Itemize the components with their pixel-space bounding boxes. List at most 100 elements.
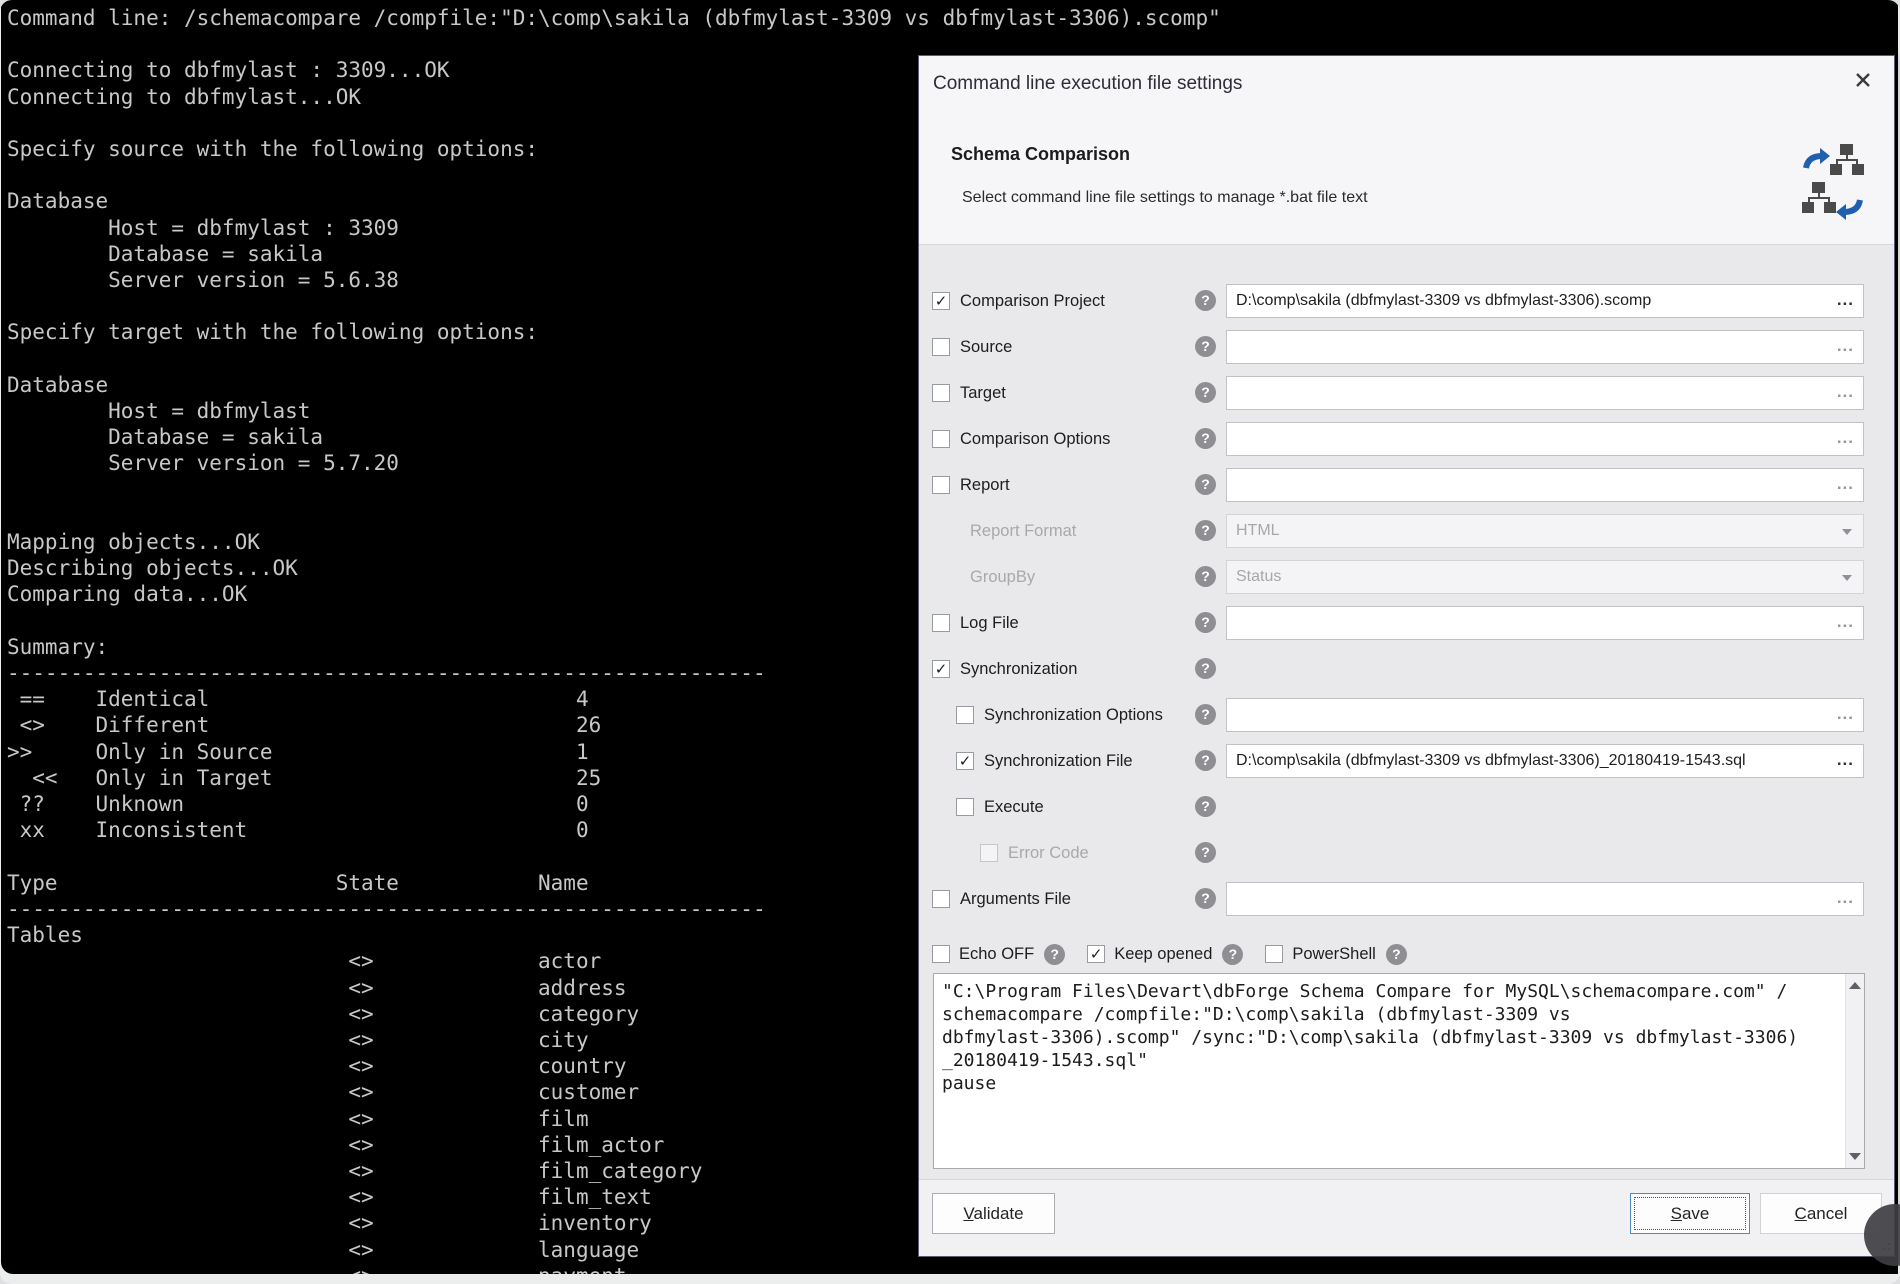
- keep-opened-label: Keep opened: [1114, 945, 1212, 964]
- dropdown-value: HTML: [1236, 522, 1280, 539]
- target-input[interactable]: ...: [1226, 376, 1864, 410]
- comparison-options-checkbox[interactable]: [932, 430, 950, 448]
- bat-file-text-box[interactable]: "C:\Program Files\Devart\dbForge Schema …: [933, 973, 1865, 1169]
- arguments-file-input[interactable]: ...: [1226, 882, 1864, 916]
- browse-button[interactable]: ...: [1837, 469, 1854, 499]
- synchronization-options-input[interactable]: ...: [1226, 698, 1864, 732]
- target-label: Target: [960, 384, 1006, 403]
- field-value: D:\comp\sakila (dbfmylast-3309 vs dbfmyl…: [1236, 292, 1651, 309]
- help-icon[interactable]: ?: [1195, 382, 1216, 403]
- report-input[interactable]: ...: [1226, 468, 1864, 502]
- browse-button[interactable]: ...: [1837, 883, 1854, 913]
- log-file-checkbox[interactable]: [932, 614, 950, 632]
- scrollbar[interactable]: [1845, 974, 1864, 1168]
- setting-row-synchronization: ✓ Synchronization?: [919, 646, 1894, 692]
- arguments-file-label: Arguments File: [960, 890, 1071, 909]
- option-echo-off: Echo OFF?: [932, 944, 1065, 965]
- setting-row-source: Source?...: [919, 324, 1894, 370]
- arguments-file-checkbox[interactable]: [932, 890, 950, 908]
- validate-button[interactable]: Validate: [932, 1193, 1055, 1234]
- browse-button[interactable]: ...: [1837, 377, 1854, 407]
- groupby-dropdown: Status: [1226, 560, 1864, 594]
- command-line-settings-dialog: Command line execution file settings Sch…: [918, 55, 1895, 1257]
- setting-row-log-file: Log File?...: [919, 600, 1894, 646]
- log-file-input[interactable]: ...: [1226, 606, 1864, 640]
- synchronization-label: Synchronization: [960, 660, 1077, 679]
- keep-opened-checkbox[interactable]: ✓: [1087, 945, 1105, 963]
- option-powershell: PowerShell?: [1265, 944, 1406, 965]
- setting-row-target: Target?...: [919, 370, 1894, 416]
- close-icon[interactable]: [1852, 69, 1874, 91]
- synchronization-checkbox[interactable]: ✓: [932, 660, 950, 678]
- browse-button[interactable]: ...: [1837, 745, 1854, 775]
- setting-row-execute: Execute?: [919, 784, 1894, 830]
- synchronization-file-input[interactable]: D:\comp\sakila (dbfmylast-3309 vs dbfmyl…: [1226, 744, 1864, 778]
- help-icon[interactable]: ?: [1195, 750, 1216, 771]
- source-input[interactable]: ...: [1226, 330, 1864, 364]
- comparison-project-checkbox[interactable]: ✓: [932, 292, 950, 310]
- synchronization-options-checkbox[interactable]: [956, 706, 974, 724]
- synchronization-options-label: Synchronization Options: [984, 706, 1163, 725]
- schema-comparison-icon: [1800, 138, 1866, 235]
- setting-row-report: Report?...: [919, 462, 1894, 508]
- execute-checkbox[interactable]: [956, 798, 974, 816]
- scroll-up-icon[interactable]: [1849, 981, 1861, 989]
- setting-row-synchronization-options: Synchronization Options?...: [919, 692, 1894, 738]
- comparison-project-label: Comparison Project: [960, 292, 1105, 311]
- browse-button[interactable]: ...: [1837, 699, 1854, 729]
- dropdown-arrow-icon: [1842, 575, 1852, 581]
- comparison-project-input[interactable]: D:\comp\sakila (dbfmylast-3309 vs dbfmyl…: [1226, 284, 1864, 318]
- setting-row-groupby: GroupBy? Status: [919, 554, 1894, 600]
- setting-row-report-format: Report Format? HTML: [919, 508, 1894, 554]
- help-icon[interactable]: ?: [1195, 336, 1216, 357]
- bat-file-text[interactable]: "C:\Program Files\Devart\dbForge Schema …: [934, 974, 1864, 1168]
- browse-button[interactable]: ...: [1837, 331, 1854, 361]
- setting-row-error-code: Error Code?: [919, 830, 1894, 876]
- dialog-rows: ✓ Comparison Project? D:\comp\sakila (dbfm…: [919, 245, 1894, 969]
- help-icon[interactable]: ?: [1222, 944, 1243, 965]
- save-button[interactable]: Save: [1630, 1193, 1750, 1234]
- help-icon[interactable]: ?: [1195, 290, 1216, 311]
- scroll-down-icon[interactable]: [1849, 1153, 1861, 1161]
- report-format-dropdown: HTML: [1226, 514, 1864, 548]
- dialog-subtitle: Select command line file settings to man…: [962, 189, 1368, 207]
- target-checkbox[interactable]: [932, 384, 950, 402]
- help-icon[interactable]: ?: [1386, 944, 1407, 965]
- dropdown-arrow-icon: [1842, 529, 1852, 535]
- help-icon[interactable]: ?: [1195, 566, 1216, 587]
- dialog-header: Command line execution file settings Sch…: [919, 56, 1894, 245]
- synchronization-file-checkbox[interactable]: ✓: [956, 752, 974, 770]
- synchronization-file-label: Synchronization File: [984, 752, 1133, 771]
- bat-options-row: Echo OFF?✓Keep opened?PowerShell?: [919, 939, 1894, 969]
- setting-row-comparison-options: Comparison Options?...: [919, 416, 1894, 462]
- help-icon[interactable]: ?: [1195, 520, 1216, 541]
- comparison-options-input[interactable]: ...: [1226, 422, 1864, 456]
- setting-row-arguments-file: Arguments File?...: [919, 876, 1894, 922]
- help-icon[interactable]: ?: [1195, 842, 1216, 863]
- browse-button[interactable]: ...: [1837, 285, 1854, 315]
- help-icon[interactable]: ?: [1195, 612, 1216, 633]
- screenshot-frame: Command line: /schemacompare /compfile:"…: [0, 0, 1900, 1284]
- browse-button[interactable]: ...: [1837, 423, 1854, 453]
- report-label: Report: [960, 476, 1010, 495]
- log-file-label: Log File: [960, 614, 1019, 633]
- error-code-label: Error Code: [1008, 844, 1089, 863]
- powershell-checkbox[interactable]: [1265, 945, 1283, 963]
- groupby-label: GroupBy: [970, 568, 1035, 587]
- help-icon[interactable]: ?: [1195, 428, 1216, 449]
- help-icon[interactable]: ?: [1195, 658, 1216, 679]
- report-checkbox[interactable]: [932, 476, 950, 494]
- browse-button[interactable]: ...: [1837, 607, 1854, 637]
- source-label: Source: [960, 338, 1012, 357]
- help-icon[interactable]: ?: [1044, 944, 1065, 965]
- help-icon[interactable]: ?: [1195, 704, 1216, 725]
- echo-off-checkbox[interactable]: [932, 945, 950, 963]
- source-checkbox[interactable]: [932, 338, 950, 356]
- report-format-label: Report Format: [970, 522, 1076, 541]
- help-icon[interactable]: ?: [1195, 888, 1216, 909]
- schema-comparison-heading: Schema Comparison: [951, 144, 1130, 165]
- help-icon[interactable]: ?: [1195, 796, 1216, 817]
- echo-off-label: Echo OFF: [959, 945, 1034, 964]
- option-keep-opened: ✓ Keep opened?: [1087, 944, 1243, 965]
- help-icon[interactable]: ?: [1195, 474, 1216, 495]
